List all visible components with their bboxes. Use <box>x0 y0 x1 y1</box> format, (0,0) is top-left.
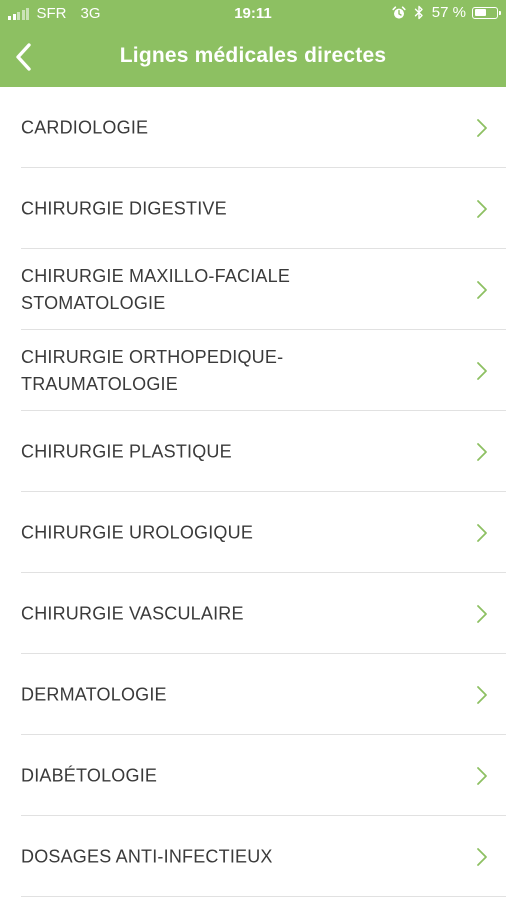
list-item-label: DOSAGES ANTI-INFECTIEUX <box>21 843 441 870</box>
list-item-label-line1: CHIRURGIE ORTHOPEDIQUE- <box>21 346 284 367</box>
list-item[interactable]: CHIRURGIE ORTHOPEDIQUE- TRAUMATOLOGIE <box>0 330 506 411</box>
alarm-icon <box>392 5 406 20</box>
chevron-right-icon <box>477 604 487 623</box>
list-item[interactable]: CHIRURGIE MAXILLO-FACIALE STOMATOLOGIE <box>0 249 506 330</box>
list-item[interactable]: CHIRURGIE PLASTIQUE <box>0 411 506 492</box>
list-item-label-line1: DOSAGES ANTI-INFECTIEUX <box>21 846 273 866</box>
list-item-label-line1: CHIRURGIE DIGESTIVE <box>21 198 227 218</box>
list-item-label-line1: CARDIOLOGIE <box>21 117 149 137</box>
list-item[interactable]: DIABÉTOLOGIE <box>0 735 506 816</box>
nav-bar: Lignes médicales directes <box>0 28 506 87</box>
chevron-right-icon <box>477 523 487 542</box>
chevron-right-icon <box>477 766 487 785</box>
chevron-right-icon <box>477 280 487 299</box>
list-item[interactable]: CARDIOLOGIE <box>0 87 506 168</box>
status-right: 57 % <box>392 4 501 21</box>
list-item-label-line2: STOMATOLOGIE <box>21 292 166 313</box>
battery-icon <box>472 6 501 19</box>
list-item-label-line1: CHIRURGIE PLASTIQUE <box>21 441 232 461</box>
list-item[interactable]: CHIRURGIE VASCULAIRE <box>0 573 506 654</box>
chevron-right-icon <box>477 199 487 218</box>
row-divider <box>21 896 506 897</box>
battery-fill <box>474 9 486 16</box>
chevron-right-icon <box>477 118 487 137</box>
list-item-label-line1: CHIRURGIE MAXILLO-FACIALE <box>21 265 291 286</box>
list-item-label: CHIRURGIE MAXILLO-FACIALE STOMATOLOGIE <box>21 263 441 317</box>
header: SFR 3G 19:11 57 % Lignes médicales direc… <box>0 0 506 87</box>
chevron-right-icon <box>477 361 487 380</box>
list-item-label: CHIRURGIE ORTHOPEDIQUE- TRAUMATOLOGIE <box>21 344 441 398</box>
list-item-label: DERMATOLOGIE <box>21 681 441 708</box>
chevron-right-icon <box>477 685 487 704</box>
battery-nub <box>499 10 501 15</box>
list-item-label: CHIRURGIE DIGESTIVE <box>21 195 441 222</box>
list-item-label: DIABÉTOLOGIE <box>21 762 441 789</box>
list-item-label-line1: CHIRURGIE VASCULAIRE <box>21 603 244 623</box>
chevron-right-icon <box>477 442 487 461</box>
list-item-label: CHIRURGIE UROLOGIQUE <box>21 519 441 546</box>
chevron-right-icon <box>477 847 487 866</box>
list-item-label-line2: TRAUMATOLOGIE <box>21 373 178 394</box>
list-item-label: CHIRURGIE PLASTIQUE <box>21 438 441 465</box>
list-item-label-line1: DIABÉTOLOGIE <box>21 765 158 785</box>
list-item-label: CHIRURGIE VASCULAIRE <box>21 600 441 627</box>
list-item[interactable]: CHIRURGIE DIGESTIVE <box>0 168 506 249</box>
list-item[interactable]: CHIRURGIE UROLOGIQUE <box>0 492 506 573</box>
list-item[interactable]: DOSAGES ANTI-INFECTIEUX <box>0 816 506 897</box>
bluetooth-icon <box>414 5 424 20</box>
list-item-label: CARDIOLOGIE <box>21 114 441 141</box>
status-bar: SFR 3G 19:11 57 % <box>0 0 506 28</box>
page-title: Lignes médicales directes <box>119 44 387 67</box>
list-item[interactable]: DERMATOLOGIE <box>0 654 506 735</box>
battery-percent: 57 % <box>431 4 466 21</box>
specialty-list: CARDIOLOGIE CHIRURGIE DIGESTIVE CHIRURGI… <box>0 87 506 897</box>
list-item-label-line1: CHIRURGIE UROLOGIQUE <box>21 522 254 542</box>
list-item-label-line1: DERMATOLOGIE <box>21 684 167 704</box>
